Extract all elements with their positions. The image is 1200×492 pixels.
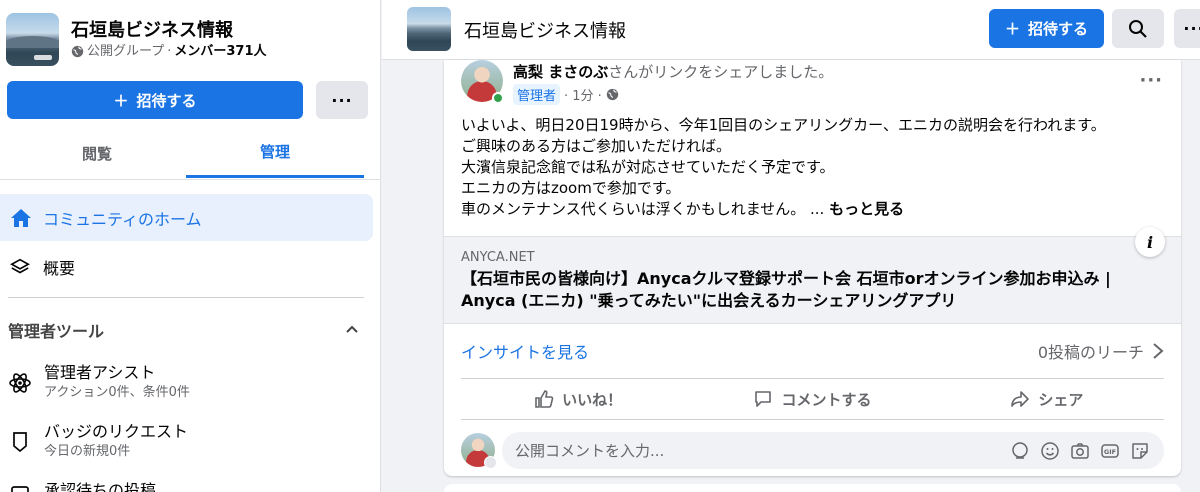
atom-icon (9, 373, 31, 393)
share-label: シェア (1038, 390, 1084, 409)
post-text-line: ご興味のある方はご参加いただければ。 (461, 137, 732, 155)
emoji-icon[interactable] (1040, 441, 1060, 461)
gif-icon[interactable]: GIF (1100, 441, 1120, 461)
post-text: いよいよ、明日20日19時から、今年1回目のシェアリングカー、エニカの説明会を行… (461, 115, 1171, 220)
post-action-bar: いいね！ コメントする シェア (461, 378, 1164, 420)
sidebar-more-button[interactable]: ··· (316, 81, 368, 119)
see-more-link[interactable]: もっと見る (829, 200, 904, 218)
post-timestamp[interactable]: · 1分 · (564, 85, 602, 104)
link-domain: ANYCA.NET (461, 250, 535, 265)
group-sidebar: 石垣島ビジネス情報 公開グループ · メンバー371人 ＋ 招待する ··· 閲… (0, 0, 381, 492)
comment-input[interactable]: 公開コメントを入力... GIF (502, 432, 1164, 469)
info-icon[interactable]: i (1135, 227, 1165, 257)
view-insights-link[interactable]: インサイトを見る (461, 339, 589, 363)
share-arrow-icon (1011, 391, 1030, 407)
group-title[interactable]: 石垣島ビジネス情報 (71, 19, 267, 43)
post-text-line: いよいよ、明日20日19時から、今年1回目のシェアリングカー、エニカの説明会を行… (461, 116, 1106, 134)
group-header: 石垣島ビジネス情報 公開グループ · メンバー371人 (6, 13, 267, 66)
header-more-button[interactable]: ··· (1174, 9, 1200, 48)
comment-button[interactable]: コメントする (695, 379, 929, 419)
share-button[interactable]: シェア (930, 379, 1164, 419)
group-cover-thumbnail[interactable] (6, 13, 59, 66)
link-preview-card[interactable]: i ANYCA.NET 【石垣市民の皆様向け】Anycaクルマ登録サポート会 石… (444, 227, 1181, 324)
invite-label: 招待する (1028, 20, 1089, 38)
chevron-down-icon[interactable] (484, 456, 497, 469)
link-title[interactable]: 【石垣市民の皆様向け】Anycaクルマ登録サポート会 石垣市orオンライン参加お… (461, 268, 1166, 312)
group-cover-thumbnail[interactable] (407, 7, 451, 51)
meta-separator: · (167, 43, 172, 59)
comment-icon (755, 391, 772, 407)
sidebar-divider (8, 297, 364, 298)
admin-tools-section-header[interactable]: 管理者ツール (8, 318, 360, 342)
tool-title: バッジのリクエスト (44, 422, 189, 441)
post-text-line: エニカの方はzoomで参加です。 (461, 179, 681, 197)
globe-icon (71, 45, 84, 58)
tool-title: 管理者アシスト (44, 363, 156, 382)
sidebar-item-admin-assist[interactable]: 管理者アシスト アクション0件、条件0件 (8, 362, 190, 402)
comment-label: コメントする (781, 390, 872, 409)
insights-row: インサイトを見る 0投稿のリーチ (461, 338, 1164, 364)
globe-icon (606, 88, 619, 101)
next-post-card (444, 484, 1181, 492)
post-text-line: 大濱信泉記念館では私が対応させていただく予定です。 (461, 158, 835, 176)
header-invite-button[interactable]: ＋ 招待する (989, 9, 1104, 48)
sidebar-item-badge-requests[interactable]: バッジのリクエスト 今日の新規0件 (8, 421, 188, 461)
tool-subtitle: アクション0件、条件0件 (44, 385, 190, 400)
chevron-up-icon[interactable] (344, 322, 360, 338)
search-button[interactable] (1112, 9, 1164, 48)
svg-text:GIF: GIF (1104, 448, 1116, 456)
admin-badge[interactable]: 管理者 (513, 84, 561, 105)
badge-shield-icon (13, 432, 27, 453)
sidebar-item-overview[interactable]: 概要 (9, 254, 75, 280)
plus-icon: ＋ (1004, 20, 1020, 38)
group-top-bar: 石垣島ビジネス情報 ＋ 招待する ··· (382, 0, 1200, 60)
post-author-line: 高梨 まさのぶさんがリンクをシェアしました。 (513, 62, 833, 82)
plus-icon: ＋ (113, 91, 129, 110)
post-reach[interactable]: 0投稿のリーチ (1038, 339, 1164, 363)
like-label: いいね！ (562, 390, 623, 409)
comment-toolbar: GIF (1010, 441, 1150, 461)
feed-post: 高梨 まさのぶさんがリンクをシェアしました。 管理者 · 1分 · ··· いよ… (444, 60, 1181, 476)
tab-manage[interactable]: 管理 (186, 128, 364, 178)
comment-placeholder: 公開コメントを入力... (515, 442, 665, 460)
post-action-text: さんがリンクをシェアしました。 (608, 63, 834, 81)
header-group-title[interactable]: 石垣島ビジネス情報 (464, 17, 626, 43)
sidebar-tabs: 閲覧 管理 (0, 128, 380, 180)
group-privacy: 公開グループ (87, 43, 165, 59)
invite-label: 招待する (136, 91, 197, 110)
sidebar-item-pending-posts[interactable]: 承認待ちの投稿 (8, 480, 156, 492)
sidebar-invite-button[interactable]: ＋ 招待する (7, 81, 303, 119)
camera-icon[interactable] (1070, 441, 1090, 461)
post-options-button[interactable]: ··· (1139, 70, 1163, 91)
post-author-name[interactable]: 高梨 まさのぶ (513, 63, 608, 81)
sidebar-item-label: コミュニティのホーム (43, 209, 202, 229)
layers-icon (10, 258, 30, 274)
like-button[interactable]: いいね！ (461, 379, 695, 419)
sidebar-item-label: 概要 (43, 259, 76, 278)
online-status-indicator (492, 92, 504, 104)
reach-label: 0投稿のリーチ (1037, 343, 1144, 362)
sticker-icon[interactable] (1130, 441, 1150, 461)
home-icon (11, 208, 31, 227)
post-text-line: 車のメンテナンス代くらいは浮くかもしれません。 ... (461, 200, 825, 218)
avatar-sticker-icon[interactable] (1010, 441, 1030, 461)
tool-title: 承認待ちの投稿 (44, 481, 157, 492)
tab-browse[interactable]: 閲覧 (8, 128, 186, 178)
chevron-right-icon (1153, 343, 1164, 359)
group-meta: 公開グループ · メンバー371人 (71, 43, 267, 61)
admin-tools-heading: 管理者ツール (8, 322, 105, 341)
search-icon (1129, 19, 1147, 38)
pending-posts-icon (11, 486, 29, 492)
post-meta: 管理者 · 1分 · (513, 84, 619, 105)
sidebar-item-community-home[interactable]: コミュニティのホーム (0, 194, 373, 241)
tool-subtitle: 今日の新規0件 (44, 444, 131, 459)
thumbs-up-icon (535, 390, 554, 408)
member-count[interactable]: メンバー371人 (174, 43, 266, 61)
